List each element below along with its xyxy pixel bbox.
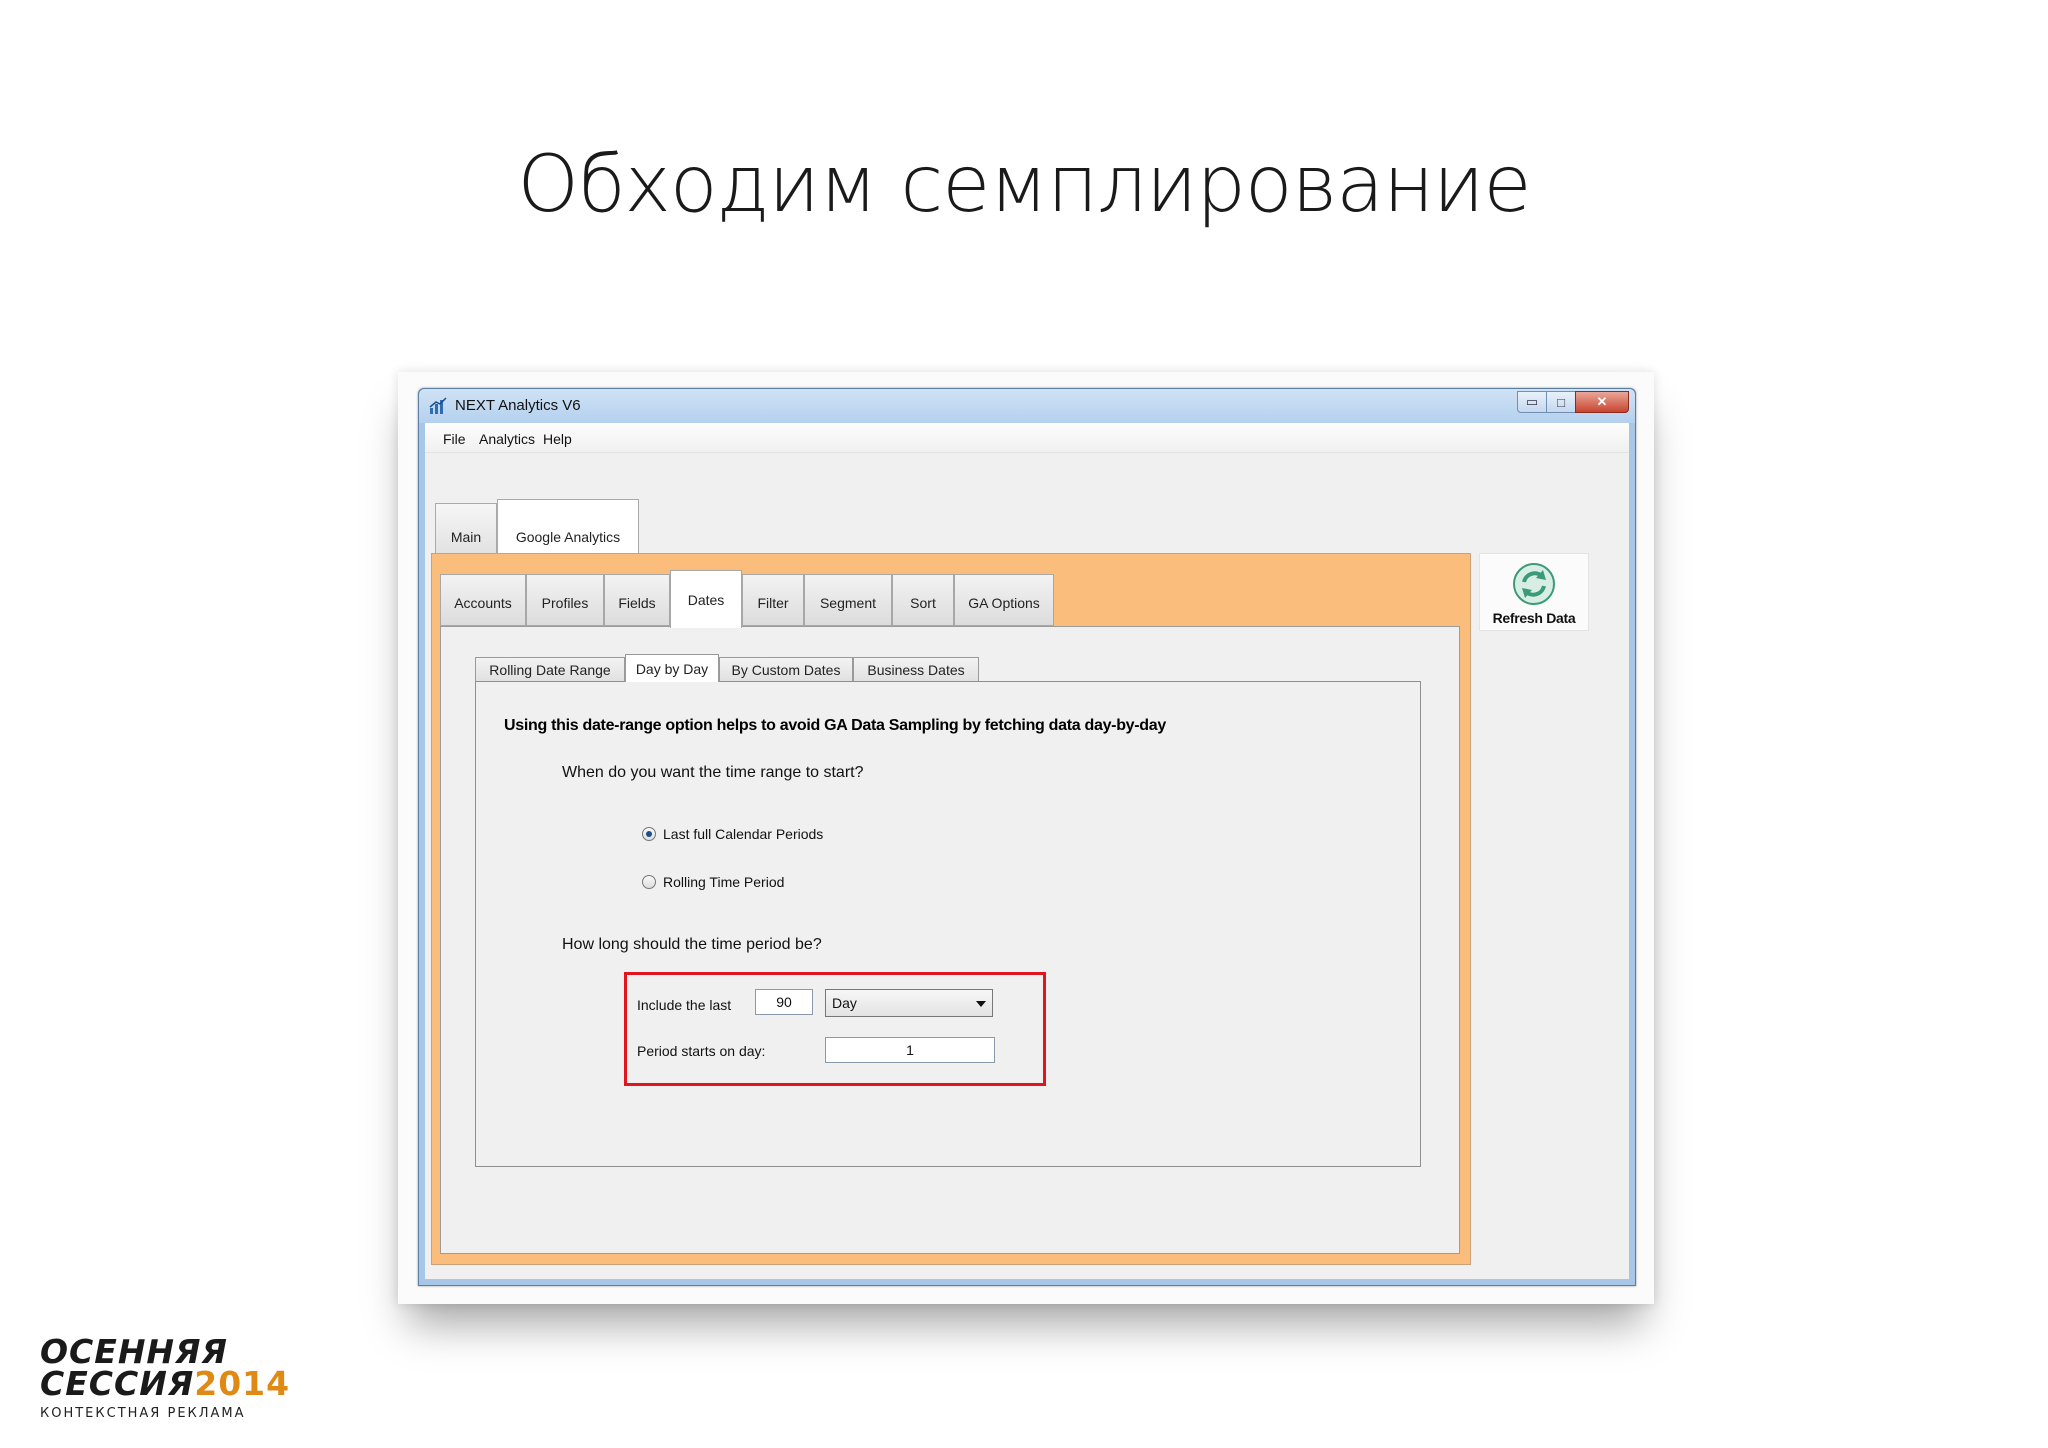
radio-label: Rolling Time Period (663, 874, 785, 890)
slide-title: Обходим семплирование (517, 140, 1532, 230)
title-bar: NEXT Analytics V6 ▭ □ ✕ (419, 389, 1635, 423)
close-button[interactable]: ✕ (1575, 391, 1629, 413)
day-by-day-panel: Using this date-range option helps to av… (475, 681, 1421, 1167)
radio-unselected-icon (642, 875, 656, 889)
menu-analytics[interactable]: Analytics (479, 431, 535, 447)
include-last-label: Include the last (637, 997, 732, 1013)
tab-segment[interactable]: Segment (804, 574, 892, 626)
window-controls: ▭ □ ✕ (1517, 391, 1629, 413)
period-start-input[interactable]: 1 (825, 1037, 995, 1063)
tab-sort[interactable]: Sort (892, 574, 954, 626)
window-client: File Analytics Help Main Google Analytic… (425, 423, 1629, 1279)
tab-day-by-day[interactable]: Day by Day (625, 654, 719, 682)
refresh-data-button[interactable]: Refresh Data (1479, 553, 1589, 631)
tab-google-analytics[interactable]: Google Analytics (497, 499, 639, 553)
logo-line-2: СЕССИЯ2014 (40, 1367, 290, 1400)
app-window: NEXT Analytics V6 ▭ □ ✕ File Analytics H… (418, 388, 1636, 1286)
tab-fields[interactable]: Fields (604, 574, 670, 626)
tab-business-dates[interactable]: Business Dates (853, 657, 979, 681)
description-text: Using this date-range option helps to av… (504, 717, 1166, 734)
radio-last-full-calendar[interactable]: Last full Calendar Periods (642, 826, 823, 842)
logo-line-2-text: СЕССИЯ (40, 1364, 195, 1403)
tab-dates[interactable]: Dates (670, 570, 742, 628)
window-title: NEXT Analytics V6 (455, 397, 581, 414)
dropdown-arrow-icon (976, 1001, 986, 1007)
tab-by-custom-dates[interactable]: By Custom Dates (719, 657, 853, 681)
length-question: How long should the time period be? (562, 936, 822, 953)
unit-select-value: Day (832, 995, 857, 1011)
unit-select[interactable]: Day (825, 989, 993, 1017)
dates-panel: Rolling Date Range Day by Day By Custom … (440, 626, 1460, 1254)
radio-label: Last full Calendar Periods (663, 826, 824, 842)
highlight-box: Include the last 90 Day Period starts on… (624, 972, 1046, 1086)
period-start-label: Period starts on day: (637, 1043, 766, 1059)
radio-rolling-time-period[interactable]: Rolling Time Period (642, 874, 784, 890)
tab-main[interactable]: Main (435, 503, 497, 553)
refresh-icon (1513, 563, 1555, 605)
tab-accounts[interactable]: Accounts (440, 574, 526, 626)
refresh-label: Refresh Data (1492, 610, 1576, 626)
tab-filter[interactable]: Filter (742, 574, 804, 626)
tab-rolling-date-range[interactable]: Rolling Date Range (475, 657, 625, 681)
menu-file[interactable]: File (443, 431, 466, 447)
menu-bar: File Analytics Help (425, 423, 1629, 453)
start-question: When do you want the time range to start… (562, 764, 864, 781)
include-last-input[interactable]: 90 (755, 989, 813, 1015)
maximize-button[interactable]: □ (1546, 391, 1576, 413)
tab-ga-options[interactable]: GA Options (954, 574, 1054, 626)
minimize-button[interactable]: ▭ (1517, 391, 1547, 413)
logo-year: 2014 (194, 1364, 291, 1403)
chart-icon (429, 397, 447, 414)
logo-subtitle: КОНТЕКСТНАЯ РЕКЛАМА (40, 1406, 246, 1421)
google-analytics-panel: Accounts Profiles Fields Dates Filter Se… (431, 553, 1471, 1265)
tab-profiles[interactable]: Profiles (526, 574, 604, 626)
event-logo: ОСЕННЯЯ СЕССИЯ2014 КОНТЕКСТНАЯ РЕКЛАМА (40, 1335, 290, 1421)
screenshot-frame: NEXT Analytics V6 ▭ □ ✕ File Analytics H… (398, 372, 1654, 1304)
radio-selected-icon (642, 827, 656, 841)
menu-help[interactable]: Help (543, 431, 572, 447)
